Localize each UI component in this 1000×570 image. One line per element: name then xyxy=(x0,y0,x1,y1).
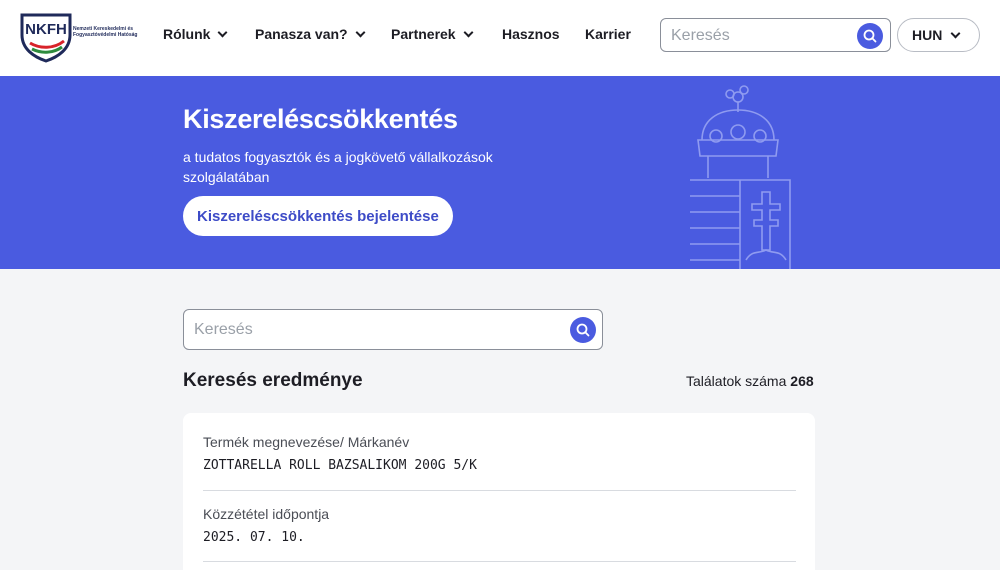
divider xyxy=(203,490,796,491)
hero-title: Kiszereléscsökkentés xyxy=(183,104,458,134)
nkfh-logo[interactable]: NKFH Nemzeti Kereskedelmi és Fogyasztóvé… xyxy=(20,9,140,63)
search-icon xyxy=(576,323,590,337)
results-count: Találatok száma 268 xyxy=(686,373,814,389)
product-label: Termék megnevezése/ Márkanév xyxy=(203,434,410,450)
search-button[interactable] xyxy=(570,317,596,343)
date-value: 2025. 07. 10. xyxy=(203,530,305,545)
logo-subtitle: Nemzeti Kereskedelmi és Fogyasztóvédelmi… xyxy=(73,26,138,38)
divider xyxy=(203,561,796,562)
chevron-down-icon xyxy=(218,27,228,37)
results-count-value: 268 xyxy=(790,373,814,389)
site-header: NKFH Nemzeti Kereskedelmi és Fogyasztóvé… xyxy=(0,0,1000,76)
chevron-down-icon xyxy=(463,27,474,37)
nav-item-hasznos[interactable]: Hasznos xyxy=(502,26,560,42)
chevron-down-icon xyxy=(950,28,961,38)
nav-item-rolunk[interactable]: Rólunk xyxy=(163,26,228,42)
result-card[interactable]: Termék megnevezése/ Márkanév ZOTTARELLA … xyxy=(183,413,815,570)
header-search-input[interactable] xyxy=(671,25,851,47)
nav-item-panasza-van[interactable]: Panasza van? xyxy=(255,26,366,42)
coat-of-arms-icon xyxy=(690,85,791,269)
date-label: Közzététel időpontja xyxy=(203,506,330,522)
report-button[interactable]: Kiszereléscsökkentés bejelentése xyxy=(183,196,453,236)
language-selector[interactable]: HUN xyxy=(897,18,980,52)
results-count-label: Találatok száma xyxy=(686,373,787,389)
nav-item-karrier[interactable]: Karrier xyxy=(585,26,631,42)
hero-subtitle: a tudatos fogyasztók és a jogkövető váll… xyxy=(183,149,493,185)
chevron-down-icon xyxy=(355,27,366,37)
logo-shield-icon: NKFH xyxy=(20,13,72,63)
hero-banner: Kiszereléscsökkentés a tudatos fogyasztó… xyxy=(0,76,1000,269)
main-search xyxy=(183,309,603,350)
search-icon xyxy=(863,29,877,43)
results-title: Keresés eredménye xyxy=(183,370,363,391)
nav-item-partnerek[interactable]: Partnerek xyxy=(391,26,474,42)
header-search-button[interactable] xyxy=(857,23,883,49)
product-value: ZOTTARELLA ROLL BAZSALIKOM 200G 5/K xyxy=(203,458,477,473)
header-search xyxy=(660,18,891,52)
search-input[interactable] xyxy=(194,319,554,341)
svg-text:NKFH: NKFH xyxy=(25,21,67,38)
